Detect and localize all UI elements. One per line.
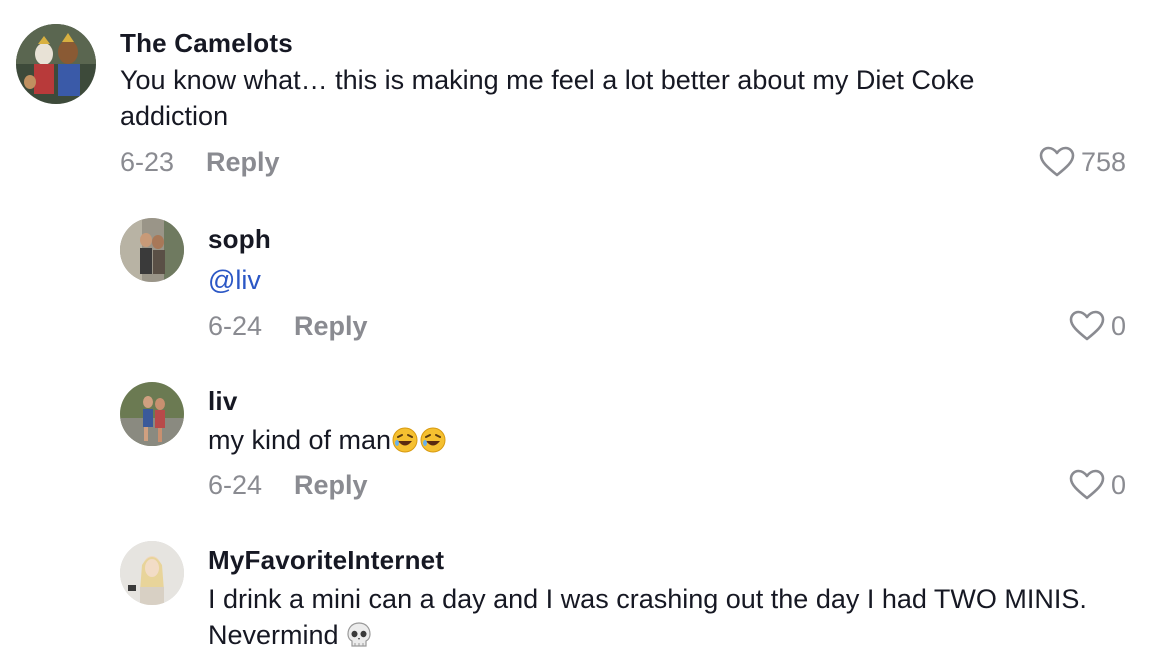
comment-text: I drink a mini can a day and I was crash…: [208, 581, 1088, 653]
comment-date: 6-24: [208, 310, 263, 341]
avatar[interactable]: [120, 382, 184, 446]
reply-item: MyFavoriteInternet I drink a mini can a …: [0, 520, 1158, 662]
reply-button[interactable]: Reply: [294, 311, 368, 342]
avatar[interactable]: [16, 24, 96, 104]
rolling-on-floor-laughing-emoji: [392, 427, 418, 453]
heart-outline-icon: [1069, 310, 1105, 341]
like-button[interactable]: 0: [1069, 468, 1126, 502]
comment-meta: 6-24 Reply: [208, 309, 368, 343]
heart-outline-icon: [1069, 469, 1105, 500]
comment-item: The Camelots You know what… this is maki…: [0, 0, 1158, 200]
comment-text-body: my kind of man: [208, 425, 392, 455]
comment-text: @liv: [208, 262, 1108, 298]
like-count: 758: [1080, 146, 1126, 177]
avatar-image: [120, 382, 184, 446]
reply-button[interactable]: Reply: [294, 470, 368, 501]
comment-text-body: I drink a mini can a day and I was crash…: [208, 584, 1087, 650]
comment-text: You know what… this is making me feel a …: [120, 62, 1080, 134]
reply-item: soph @liv 6-24 Reply 0: [0, 200, 1158, 360]
avatar[interactable]: [120, 541, 184, 605]
comment-date: 6-24: [208, 469, 263, 500]
avatar-image: [120, 218, 184, 282]
comment-text: my kind of man: [208, 422, 1108, 458]
like-count: 0: [1110, 310, 1126, 341]
rolling-on-floor-laughing-emoji: [420, 427, 446, 453]
comment-meta: 6-23 Reply: [120, 145, 280, 179]
mention-link[interactable]: @liv: [208, 265, 261, 295]
comment-date: 6-23: [120, 146, 175, 177]
reply-item: liv my kind of man 6-24 Reply 0: [0, 360, 1158, 520]
comment-username[interactable]: MyFavoriteInternet: [208, 545, 1108, 575]
comment-username[interactable]: soph: [208, 224, 1108, 254]
like-button[interactable]: 0: [1069, 309, 1126, 343]
reply-button[interactable]: Reply: [206, 147, 280, 178]
comment-username[interactable]: liv: [208, 386, 1108, 416]
comment-username[interactable]: The Camelots: [120, 28, 1120, 58]
like-button[interactable]: 758: [1039, 145, 1126, 179]
comment-text-body: You know what… this is making me feel a …: [120, 65, 975, 131]
comment-meta: 6-24 Reply: [208, 468, 368, 502]
like-count: 0: [1110, 469, 1126, 500]
heart-outline-icon: [1039, 146, 1075, 177]
skull-emoji: [347, 622, 371, 647]
avatar[interactable]: [120, 218, 184, 282]
avatar-image: [120, 541, 184, 605]
avatar-image: [16, 24, 96, 104]
